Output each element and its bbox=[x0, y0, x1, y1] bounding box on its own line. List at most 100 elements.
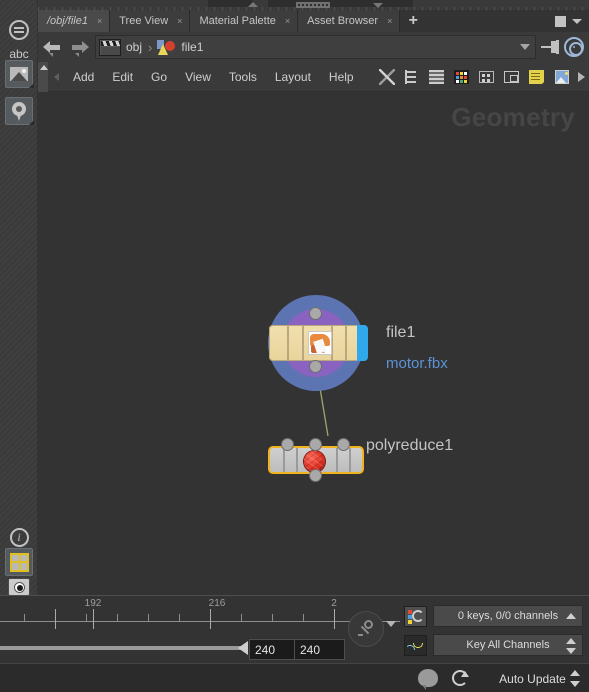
network-editor-canvas[interactable]: Geometry file1 motor.fbx polyreduce1 bbox=[38, 92, 589, 595]
sticky-note-icon[interactable] bbox=[528, 68, 546, 86]
left-tool-rail: abc i bbox=[0, 0, 38, 602]
timeline-right-panel: 0 keys, 0/0 channels Key All Channels bbox=[400, 596, 589, 664]
more-tools-icon[interactable] bbox=[578, 71, 585, 82]
forward-button[interactable] bbox=[69, 37, 91, 57]
node-output-connector[interactable] bbox=[310, 470, 321, 481]
tab-label: Tree View bbox=[119, 15, 169, 27]
pane-grip[interactable] bbox=[296, 2, 330, 8]
node-polyreduce-icon bbox=[304, 451, 325, 472]
current-frame-field[interactable]: 240 bbox=[249, 639, 300, 660]
node-polyreduce1[interactable] bbox=[268, 437, 368, 481]
houdini-window: abc i /obj/file1 × Tree View × Material … bbox=[0, 0, 589, 692]
tab-close-icon[interactable]: × bbox=[174, 16, 182, 26]
animation-curve-icon[interactable] bbox=[404, 634, 427, 656]
menubar-scroll-left-icon[interactable] bbox=[48, 72, 64, 81]
image-sticky-icon[interactable] bbox=[553, 68, 571, 86]
list-lines-icon[interactable] bbox=[428, 68, 446, 86]
keys-status-caret-icon bbox=[566, 613, 576, 619]
timeline-tick-label-216: 216 bbox=[208, 598, 226, 609]
menubar-grip[interactable] bbox=[38, 61, 48, 92]
timeline-tick-label-240: 2 bbox=[331, 598, 337, 609]
node-file1[interactable] bbox=[268, 295, 368, 395]
tab-close-icon[interactable]: × bbox=[384, 16, 392, 26]
set-key-button[interactable] bbox=[348, 611, 384, 647]
tab-tree-view[interactable]: Tree View × bbox=[110, 10, 191, 32]
timeline-ruler[interactable]: 192 216 2 bbox=[0, 596, 400, 634]
node-label-file1: file1 bbox=[386, 324, 416, 341]
menu-edit[interactable]: Edit bbox=[103, 62, 142, 92]
timeline-bar: 192 216 2 240 240 0 keys, 0/0 channels K… bbox=[0, 595, 589, 663]
info-icon[interactable]: i bbox=[5, 523, 33, 551]
tab-obj-file1[interactable]: /obj/file1 × bbox=[38, 10, 111, 32]
update-mode-dropdown[interactable]: Auto Update bbox=[476, 664, 589, 692]
timeline-range-bar bbox=[0, 646, 245, 650]
menu-help[interactable]: Help bbox=[320, 62, 363, 92]
breadcrumb-separator: › bbox=[148, 39, 153, 55]
status-bar: Auto Update bbox=[0, 663, 589, 692]
keys-status-dropdown[interactable]: 0 keys, 0/0 channels bbox=[433, 605, 583, 627]
add-tab-button[interactable]: + bbox=[400, 10, 427, 32]
node-thumbnail-icon bbox=[308, 331, 332, 355]
tab-asset-browser[interactable]: Asset Browser × bbox=[298, 10, 401, 32]
node-input-connector-2[interactable] bbox=[338, 439, 349, 450]
maximize-pane-icon[interactable] bbox=[555, 15, 566, 27]
network-menu-bar: Add Edit Go View Tools Layout Help bbox=[38, 61, 589, 92]
node-label-polyreduce1: polyreduce1 bbox=[366, 437, 454, 454]
window-layout-icon[interactable] bbox=[503, 68, 521, 86]
key-dropdown-icon[interactable] bbox=[386, 621, 396, 627]
key-mode-label: Key All Channels bbox=[466, 639, 550, 651]
pin-icon[interactable] bbox=[540, 37, 560, 57]
node-sublabel-file1: motor.fbx bbox=[386, 355, 448, 372]
geometry-object-icon bbox=[156, 38, 176, 56]
update-mode-label: Auto Update bbox=[499, 671, 566, 686]
menu-add[interactable]: Add bbox=[64, 62, 103, 92]
node-input-connector-1[interactable] bbox=[310, 439, 321, 450]
back-button[interactable] bbox=[43, 37, 65, 57]
obj-network-icon bbox=[99, 38, 121, 56]
wrench-tool-icon[interactable] bbox=[378, 68, 396, 86]
channel-color-icon[interactable] bbox=[404, 605, 427, 627]
node-display-flag[interactable] bbox=[357, 325, 368, 361]
path-dropdown-icon[interactable] bbox=[520, 44, 530, 50]
update-mode-stepper-icon bbox=[570, 670, 580, 687]
menu-tools[interactable]: Tools bbox=[220, 62, 266, 92]
tab-close-icon[interactable]: × bbox=[282, 16, 290, 26]
location-pin-icon[interactable] bbox=[5, 97, 34, 125]
menu-go[interactable]: Go bbox=[142, 62, 176, 92]
color-palette-icon[interactable] bbox=[453, 68, 471, 86]
grid-layout-icon[interactable] bbox=[478, 68, 496, 86]
breadcrumb-file1[interactable]: file1 bbox=[179, 40, 205, 54]
network-toolbar bbox=[378, 68, 589, 86]
tab-label: Material Palette bbox=[199, 15, 276, 27]
pane-menu-caret-icon[interactable] bbox=[572, 18, 582, 24]
node-output-connector[interactable] bbox=[310, 361, 321, 372]
breadcrumb-obj[interactable]: obj bbox=[124, 40, 144, 54]
image-plane-icon[interactable] bbox=[5, 60, 34, 88]
tab-label: /obj/file1 bbox=[47, 15, 88, 27]
end-frame-field[interactable]: 240 bbox=[294, 639, 345, 660]
node-input-connector[interactable] bbox=[310, 308, 321, 319]
refresh-icon[interactable] bbox=[452, 670, 469, 686]
pane-tab-bar: /obj/file1 × Tree View × Material Palett… bbox=[38, 10, 589, 32]
tabbar-spacer bbox=[426, 10, 555, 32]
tab-label: Asset Browser bbox=[307, 15, 379, 27]
abc-label: abc bbox=[9, 47, 29, 61]
cook-brain-icon[interactable] bbox=[418, 669, 438, 690]
timeline-tick-label-192: 192 bbox=[84, 598, 102, 609]
menu-layout[interactable]: Layout bbox=[266, 62, 320, 92]
path-input[interactable]: obj › file1 bbox=[95, 35, 536, 59]
pane-up-caret-icon[interactable] bbox=[248, 2, 258, 7]
pane-down-caret-icon[interactable] bbox=[373, 3, 383, 8]
grid-window-icon[interactable] bbox=[5, 548, 33, 576]
status-message-area bbox=[0, 664, 414, 692]
node-input-connector-0[interactable] bbox=[282, 439, 293, 450]
keys-status-label: 0 keys, 0/0 channels bbox=[457, 610, 559, 622]
key-mode-dropdown[interactable]: Key All Channels bbox=[433, 634, 583, 656]
tab-close-icon[interactable]: × bbox=[94, 16, 102, 26]
menu-view[interactable]: View bbox=[176, 62, 220, 92]
tree-view-icon[interactable] bbox=[403, 68, 421, 86]
timeline-playhead[interactable] bbox=[238, 641, 248, 655]
target-icon[interactable] bbox=[564, 37, 584, 57]
top-ruler-strip bbox=[38, 0, 589, 10]
tab-material-palette[interactable]: Material Palette × bbox=[190, 10, 299, 32]
